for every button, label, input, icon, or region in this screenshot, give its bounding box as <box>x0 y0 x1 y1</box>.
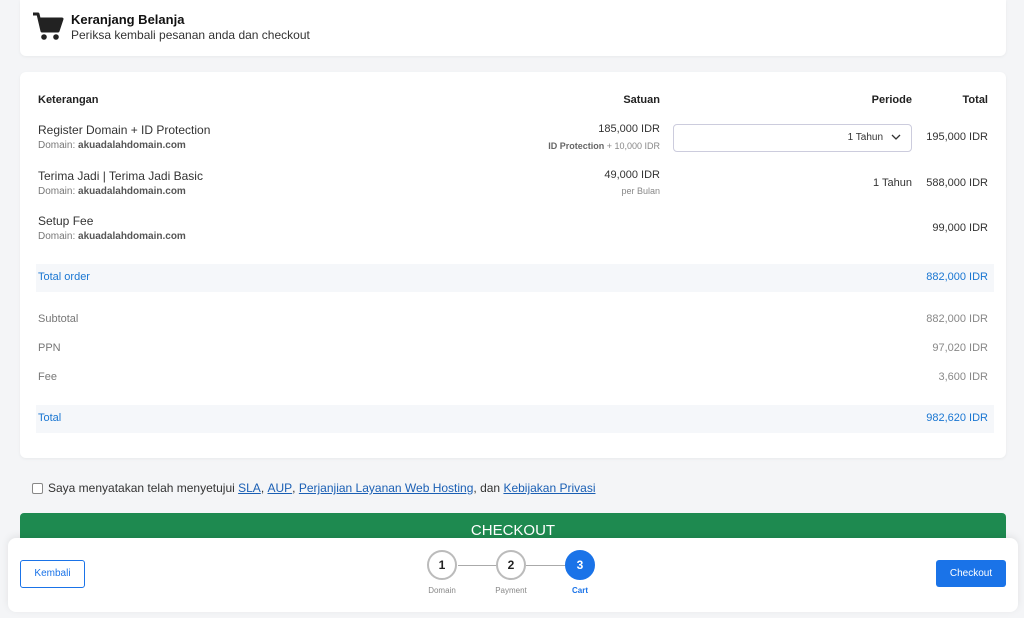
step-cart: 3 <box>565 550 595 580</box>
footer-nav: Kembali 1 2 3 Domain Payment Cart Checko… <box>8 538 1018 612</box>
grand-total-band <box>36 405 994 433</box>
agreement: Saya menyatakan telah menyetujui SLA , A… <box>32 481 595 495</box>
cart-icon <box>33 12 64 40</box>
agreement-checkbox[interactable] <box>32 482 43 494</box>
row-total: 588,000 IDR <box>926 177 988 189</box>
checkout-button[interactable]: Checkout <box>936 560 1006 587</box>
step-label-domain: Domain <box>428 586 456 595</box>
total-order-band <box>36 264 994 292</box>
row-total: 99,000 IDR <box>932 222 988 234</box>
step-label-cart: Cart <box>571 586 588 595</box>
unit-note: per Bulan <box>621 186 660 196</box>
total-order-value: 882,000 IDR <box>926 271 988 283</box>
fee-label: Fee <box>38 371 57 383</box>
ppn-value: 97,020 IDR <box>932 342 988 354</box>
grand-total-label: Total <box>38 412 62 424</box>
unit-note: ID Protection + 10,000 IDR <box>548 141 660 151</box>
step-domain: 1 <box>427 550 457 580</box>
page-title: Keranjang Belanja <box>71 12 185 27</box>
step-label-payment: Payment <box>495 586 527 595</box>
column-header-unit: Satuan <box>623 94 660 106</box>
grand-total-value: 982,620 IDR <box>926 412 988 424</box>
agreement-text: Saya menyatakan telah menyetujui <box>48 481 239 495</box>
agreement-separator: , <box>292 481 299 495</box>
page-subtitle: Periksa kembali pesanan anda dan checkou… <box>71 28 310 42</box>
step-payment: 2 <box>496 550 526 580</box>
period-select-value: 1 Tahun <box>847 132 883 143</box>
period-select[interactable]: 1 Tahun <box>673 124 912 152</box>
row-total: 195,000 IDR <box>926 131 988 143</box>
column-header-description: Keterangan <box>38 94 99 106</box>
aup-link[interactable]: AUP <box>267 481 292 495</box>
fee-value: 3,600 IDR <box>938 371 988 383</box>
back-button[interactable]: Kembali <box>20 560 85 588</box>
chevron-down-icon <box>891 134 901 140</box>
cart-table: Keterangan Satuan Periode Total Register… <box>20 72 1006 458</box>
subtotal-label: Subtotal <box>38 313 79 325</box>
agreement-separator: , dan <box>473 481 504 495</box>
item-domain: Domain: akuadalahdomain.com <box>38 140 186 151</box>
unit-price: 185,000 IDR <box>598 123 660 135</box>
subtotal-value: 882,000 IDR <box>926 313 988 325</box>
agreement-separator: , <box>260 481 268 495</box>
item-domain: Domain: akuadalahdomain.com <box>38 186 186 197</box>
step-connector <box>458 565 498 566</box>
column-header-total: Total <box>962 94 988 106</box>
sla-link[interactable]: SLA <box>238 481 261 495</box>
unit-price: 49,000 IDR <box>604 169 660 181</box>
item-name: Register Domain + ID Protection <box>38 123 211 137</box>
period-value: 1 Tahun <box>873 177 912 189</box>
privacy-policy-link[interactable]: Kebijakan Privasi <box>503 481 595 495</box>
column-header-period: Periode <box>871 94 912 106</box>
item-name: Terima Jadi | Terima Jadi Basic <box>38 169 203 183</box>
hosting-agreement-link[interactable]: Perjanjian Layanan Web Hosting <box>299 481 474 495</box>
total-order-label: Total order <box>38 271 90 283</box>
item-domain: Domain: akuadalahdomain.com <box>38 231 186 242</box>
page-header: Keranjang Belanja Periksa kembali pesana… <box>20 0 1006 56</box>
item-name: Setup Fee <box>38 214 94 228</box>
step-connector <box>526 565 566 566</box>
ppn-label: PPN <box>38 342 61 354</box>
